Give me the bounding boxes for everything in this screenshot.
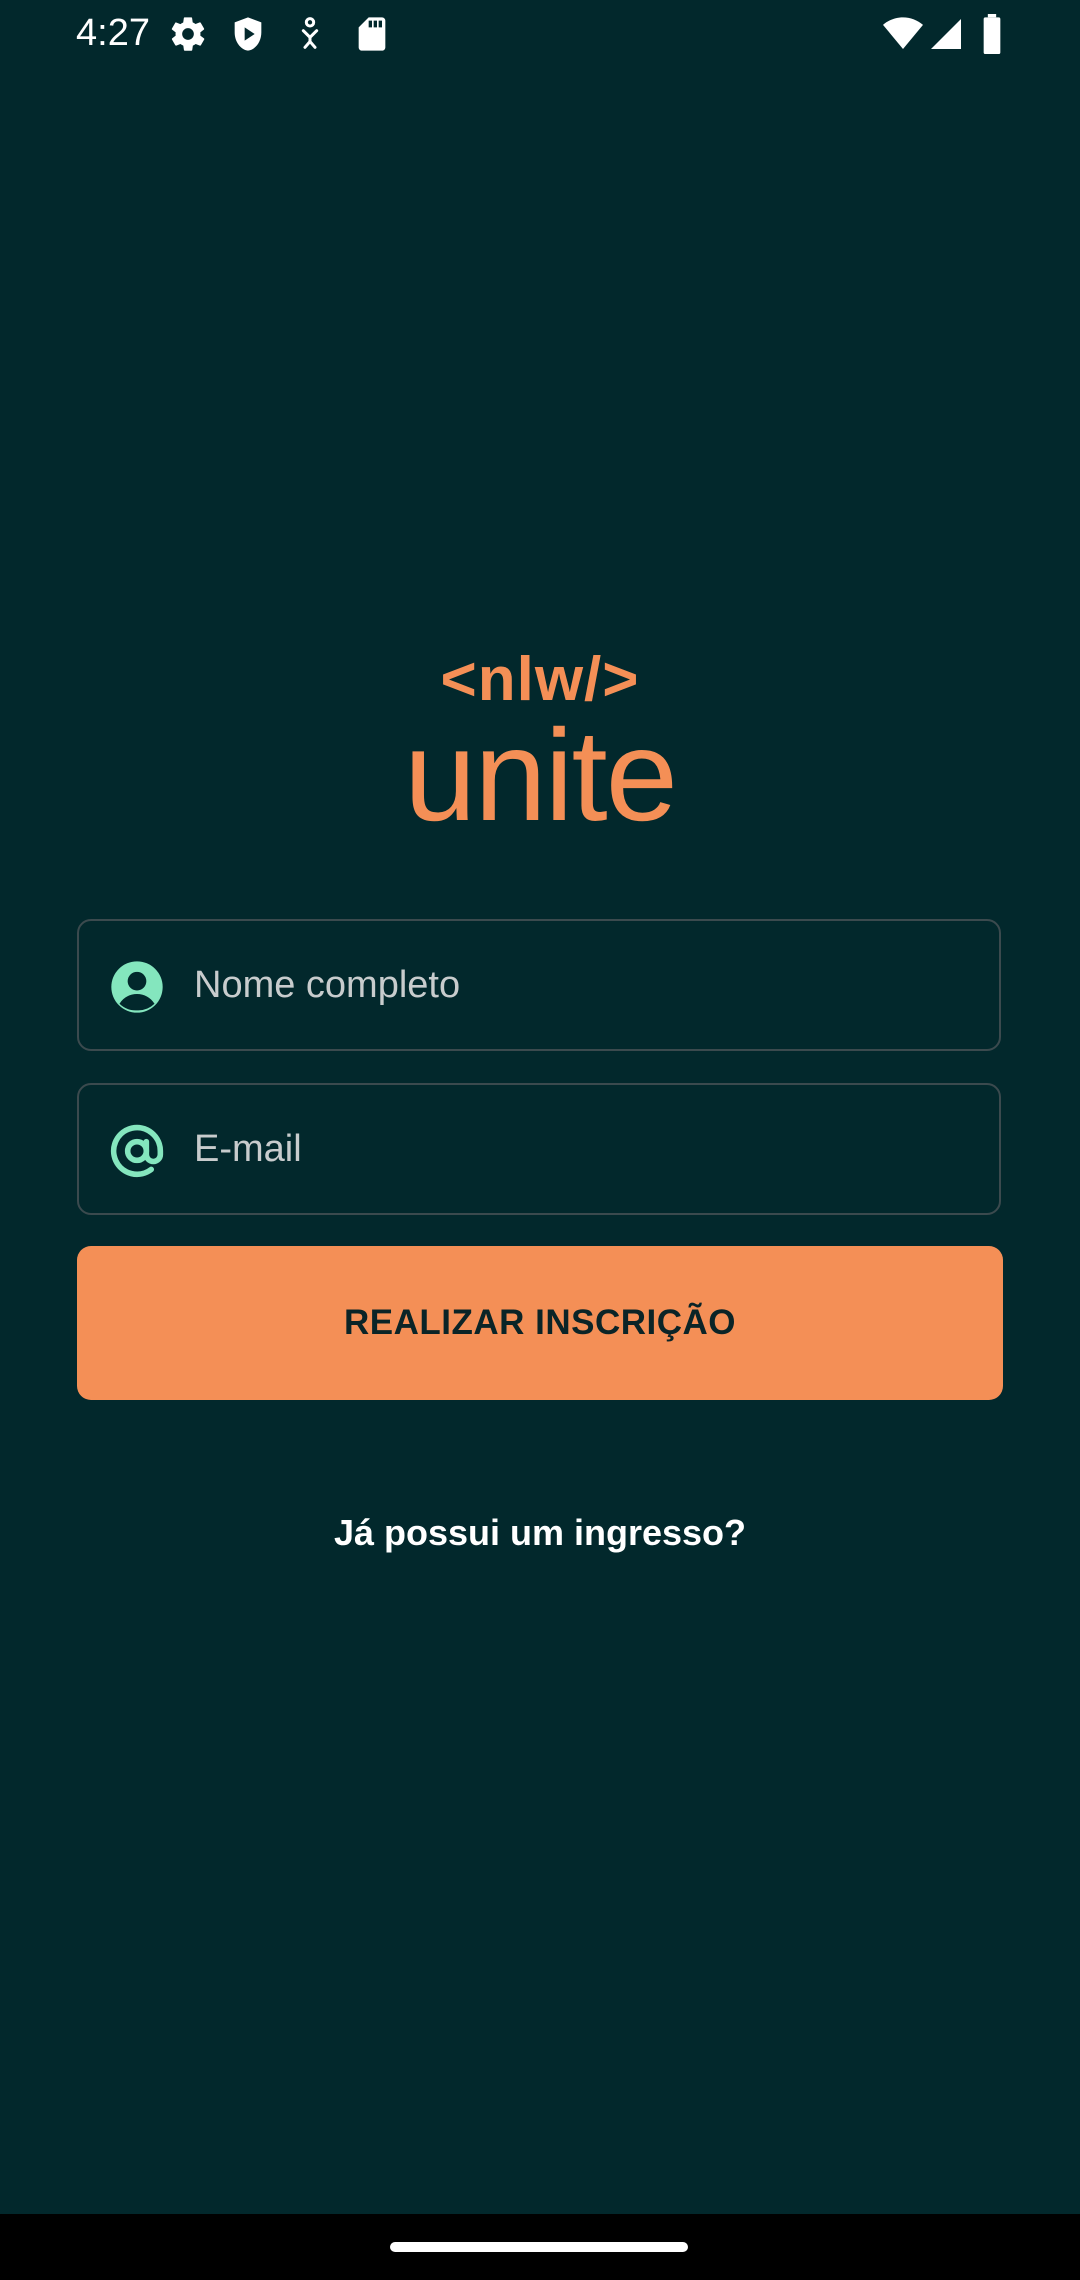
sd-card-icon [358, 17, 386, 51]
logo-unite-text: unite [404, 702, 678, 848]
at-sign-icon [110, 1124, 164, 1178]
accessibility-icon [301, 17, 319, 49]
already-have-ticket-link[interactable]: Já possui um ingresso? [0, 1512, 1080, 1554]
email-input-container[interactable] [77, 1083, 1001, 1215]
full-name-field[interactable] [194, 921, 974, 1049]
nlw-unite-logo: <nlw/> unite [400, 645, 680, 845]
navigation-bar [0, 2214, 1080, 2280]
battery-icon [983, 14, 1001, 54]
home-gesture-handle[interactable] [390, 2242, 688, 2252]
signal-icon [931, 19, 961, 49]
name-input-container[interactable] [77, 919, 1001, 1051]
settings-gear-icon [171, 17, 205, 51]
email-field[interactable] [194, 1085, 974, 1213]
status-bar: 4:27 [0, 0, 1080, 68]
play-protect-icon [234, 17, 262, 51]
register-button[interactable]: REALIZAR INSCRIÇÃO [77, 1246, 1003, 1400]
user-circle-icon [111, 961, 163, 1013]
status-time: 4:27 [76, 12, 150, 54]
wifi-icon [883, 17, 923, 49]
